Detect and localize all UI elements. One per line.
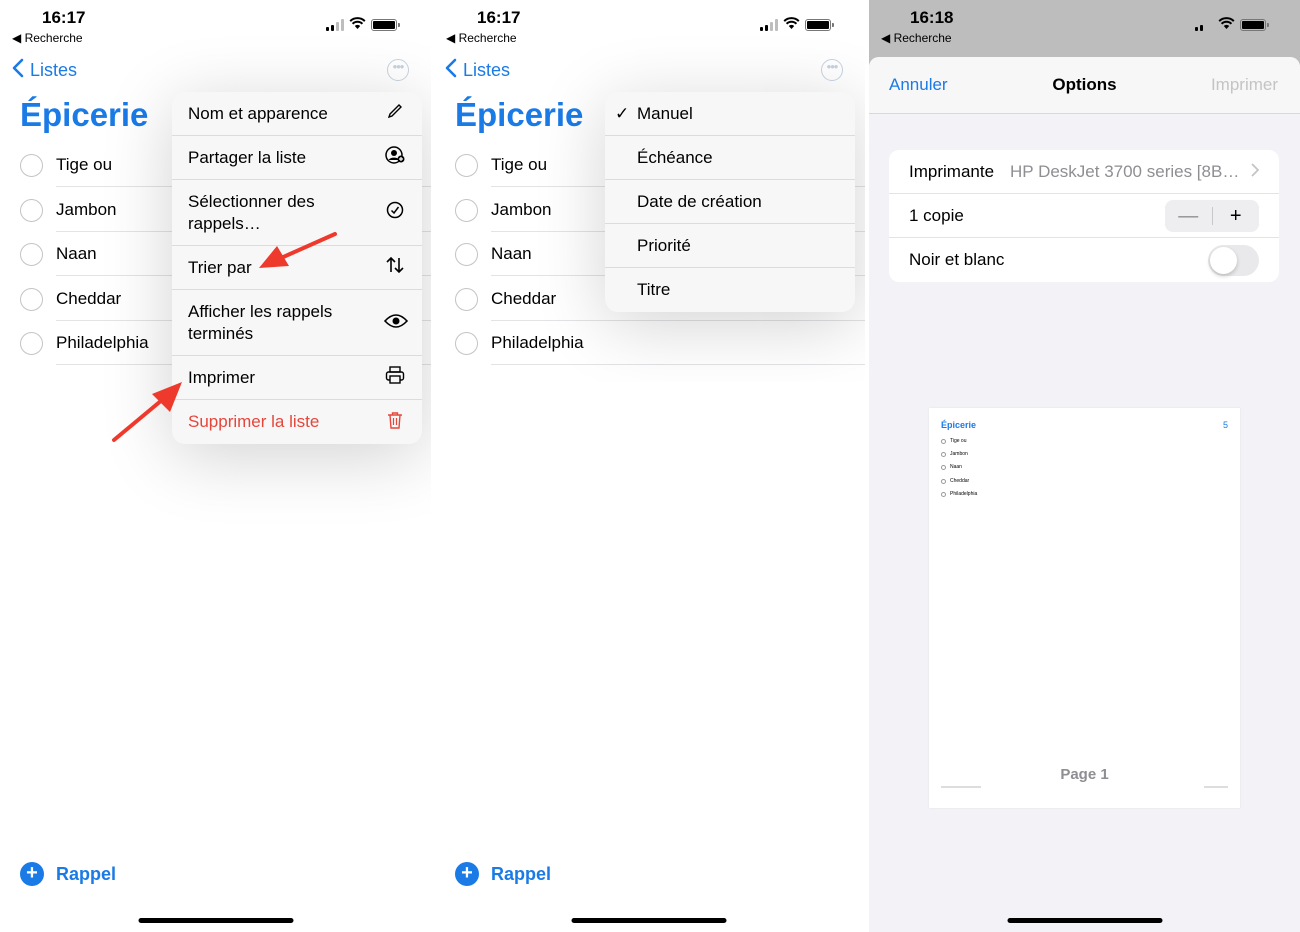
preview-item: Cheddar — [941, 478, 969, 484]
menu-item-show-completed[interactable]: Afficher les rappels terminés — [172, 290, 422, 356]
print-button[interactable]: Imprimer — [1211, 75, 1278, 95]
complete-toggle[interactable] — [455, 242, 478, 266]
add-reminder-button[interactable]: + Rappel — [20, 862, 116, 886]
preview-item: Jambon — [941, 451, 968, 457]
arrow-annotation-icon — [259, 232, 337, 268]
decrement-button[interactable]: — — [1165, 205, 1212, 228]
signal-icon — [1195, 19, 1213, 31]
signal-icon — [760, 19, 778, 31]
preview-item: Philadelphia — [941, 491, 977, 497]
battery-icon — [805, 19, 834, 31]
sheet-header: Annuler Options Imprimer — [869, 57, 1300, 114]
screen-list-menu: 16:17 ◀ Recherche Listes ••• Épicerie Ti… — [0, 0, 431, 932]
screen-sort-menu: 16:17 ◀ Recherche Listes ••• Épicerie Ti… — [433, 0, 865, 932]
preview-footer-right — [1204, 786, 1228, 788]
home-indicator — [138, 918, 293, 923]
plus-circle-icon: + — [455, 862, 479, 886]
complete-toggle[interactable] — [20, 242, 43, 266]
share-person-icon — [384, 146, 406, 169]
home-indicator — [571, 918, 727, 923]
back-to-app-link[interactable]: ◀ Recherche — [881, 31, 952, 45]
complete-toggle[interactable] — [455, 198, 478, 222]
black-white-row: Noir et blanc — [889, 238, 1279, 282]
printer-row[interactable]: Imprimante HP DeskJet 3700 series [8B… — [889, 150, 1279, 194]
sort-option-due-date[interactable]: Échéance — [605, 136, 855, 180]
menu-item-share[interactable]: Partager la liste — [172, 136, 422, 180]
print-preview-page[interactable]: Épicerie 5 Tige ou Jambon Naan Cheddar P… — [929, 408, 1240, 808]
eye-icon — [383, 312, 409, 333]
back-to-lists-button[interactable]: Listes — [12, 58, 77, 83]
back-label: Listes — [463, 60, 511, 80]
list-title: Épicerie — [20, 96, 149, 133]
chevron-left-icon — [12, 58, 24, 83]
arrow-annotation-icon — [112, 382, 182, 442]
sort-option-manual[interactable]: ✓ Manuel — [605, 92, 855, 136]
screen-print-options: 16:18 ◀ Recherche Annuler Options Imprim… — [869, 0, 1300, 932]
status-time: 16:17 — [477, 8, 521, 27]
status-time: 16:18 — [910, 8, 954, 27]
back-to-app-link[interactable]: ◀ Recherche — [12, 31, 83, 45]
preview-title: Épicerie — [941, 420, 977, 430]
complete-toggle[interactable] — [20, 198, 43, 222]
sort-menu: ✓ Manuel Échéance Date de création Priori… — [605, 92, 855, 312]
checkmark-icon: ✓ — [615, 103, 630, 123]
list-item[interactable]: Philadelphia — [455, 321, 865, 365]
plus-circle-icon: + — [20, 862, 44, 886]
back-to-lists-button[interactable]: Listes — [445, 58, 510, 83]
menu-item-delete[interactable]: Supprimer la liste — [172, 400, 422, 444]
chevron-right-icon — [1251, 162, 1260, 182]
preview-page-label: Page 1 — [1060, 766, 1109, 783]
copies-stepper: — + — [1165, 200, 1259, 232]
more-options-button[interactable]: ••• — [387, 59, 409, 81]
printer-value: HP DeskJet 3700 series [8B… — [1010, 161, 1240, 181]
battery-icon — [371, 19, 400, 31]
black-white-label: Noir et blanc — [909, 250, 1005, 269]
status-icons — [760, 16, 834, 34]
back-to-app-link[interactable]: ◀ Recherche — [446, 31, 517, 45]
checkmark-circle-icon — [384, 201, 406, 224]
sort-option-priority[interactable]: Priorité — [605, 224, 855, 268]
complete-toggle[interactable] — [455, 287, 478, 311]
home-indicator — [1007, 918, 1162, 923]
complete-toggle[interactable] — [455, 331, 478, 355]
complete-toggle[interactable] — [20, 287, 43, 311]
wifi-icon — [1218, 16, 1235, 34]
wifi-icon — [783, 16, 800, 34]
sort-option-creation-date[interactable]: Date de création — [605, 180, 855, 224]
menu-item-rename[interactable]: Nom et apparence — [172, 92, 422, 136]
complete-toggle[interactable] — [20, 153, 43, 177]
sort-option-title[interactable]: Titre — [605, 268, 855, 312]
preview-item: Tige ou — [941, 438, 967, 444]
preview-footer-left — [941, 786, 981, 788]
status-time: 16:17 — [42, 8, 86, 27]
sort-arrows-icon — [384, 256, 406, 279]
signal-icon — [326, 19, 344, 31]
copies-label: 1 copie — [909, 205, 964, 225]
trash-icon — [384, 411, 406, 434]
pencil-icon — [384, 103, 406, 124]
print-options-group: Imprimante HP DeskJet 3700 series [8B… 1… — [889, 150, 1279, 282]
status-icons — [326, 16, 400, 34]
list-title: Épicerie — [455, 96, 584, 133]
black-white-toggle[interactable] — [1208, 245, 1259, 276]
preview-count: 5 — [1222, 420, 1228, 430]
wifi-icon — [349, 16, 366, 34]
battery-icon — [1240, 19, 1269, 31]
back-label: Listes — [30, 60, 78, 80]
copies-row: 1 copie — + — [889, 194, 1279, 238]
preview-item: Naan — [941, 464, 962, 470]
more-options-button[interactable]: ••• — [821, 59, 843, 81]
complete-toggle[interactable] — [20, 331, 43, 355]
print-options-sheet: Annuler Options Imprimer Imprimante HP D… — [869, 57, 1300, 932]
complete-toggle[interactable] — [455, 153, 478, 177]
chevron-left-icon — [445, 58, 457, 83]
menu-item-print[interactable]: Imprimer — [172, 356, 422, 400]
add-reminder-button[interactable]: + Rappel — [455, 862, 551, 886]
status-icons — [1195, 16, 1269, 34]
printer-icon — [384, 366, 406, 389]
increment-button[interactable]: + — [1213, 205, 1260, 228]
